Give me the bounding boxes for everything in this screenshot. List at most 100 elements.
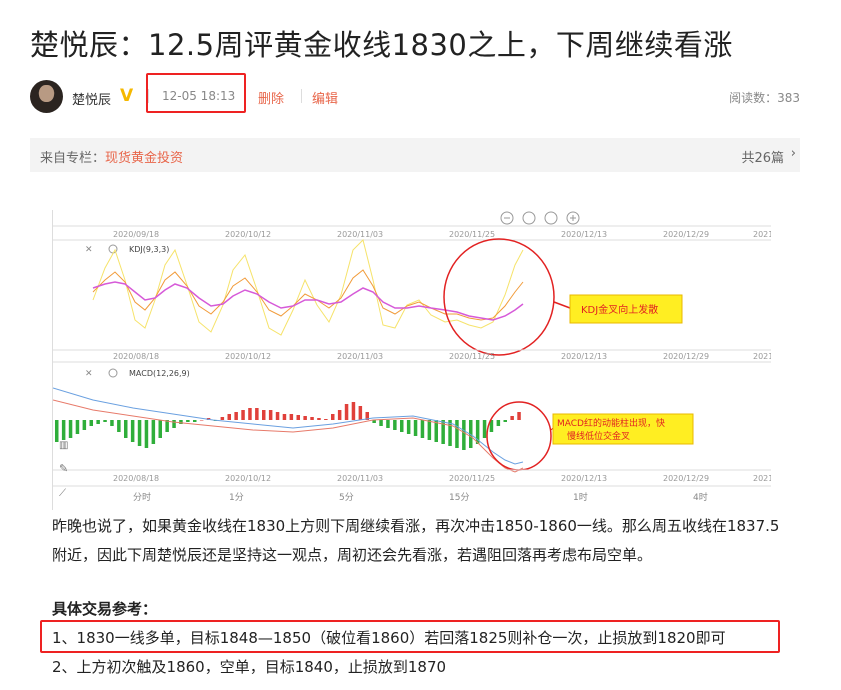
macd-bar	[68, 420, 73, 438]
macd-bar	[351, 402, 356, 420]
timeframe-tab[interactable]: 15分	[449, 492, 469, 503]
macd-bar	[344, 404, 349, 420]
macd-bar	[234, 412, 238, 420]
date-tick-label: 2021/	[753, 352, 771, 361]
macd-bar	[455, 420, 459, 448]
avatar[interactable]	[30, 80, 63, 113]
macd-bar	[172, 420, 176, 428]
chart-zoom-controls	[500, 211, 580, 225]
chart-image: 2020/09/18 2020/10/12 2020/11/03 2020/11/25…	[52, 210, 771, 510]
macd-bar	[151, 420, 156, 444]
macd-bar	[289, 414, 294, 420]
date-tick-label: 2020/10/12	[225, 474, 271, 483]
date-tick-label: 2020/12/13	[561, 230, 607, 239]
chevron-right-icon[interactable]: ›	[791, 146, 796, 161]
date-tick-label: 2020/12/29	[663, 474, 709, 483]
macd-bar	[386, 420, 390, 428]
date-tick-label: 2021/	[753, 230, 771, 239]
column-link[interactable]: 现货黄金投资	[105, 151, 183, 166]
date-tick-label: 2020/12/29	[663, 352, 709, 361]
delete-link[interactable]: 删除	[258, 88, 284, 107]
kdj-highlight-circle	[443, 238, 555, 356]
macd-bar	[193, 420, 197, 422]
settings-icon[interactable]	[108, 368, 118, 378]
macd-bar	[75, 420, 80, 434]
strategy-highlight-box	[40, 620, 780, 653]
date-tick-label: 2020/11/03	[337, 474, 383, 483]
author-name[interactable]: 楚悦辰	[72, 89, 111, 108]
macd-bar	[103, 420, 107, 422]
timeframe-tab[interactable]: 4时	[693, 491, 708, 503]
macd-bar	[317, 418, 321, 420]
macd-bar	[282, 414, 287, 420]
macd-bar	[358, 406, 363, 420]
macd-bar	[255, 408, 259, 420]
macd-bar	[510, 416, 514, 420]
macd-bar	[331, 414, 335, 420]
macd-bar	[89, 420, 93, 426]
close-icon[interactable]: ✕	[85, 245, 93, 255]
article-paragraph: 昨晚也说了，如果黄金收线在1830上方则下周继续看涨，再次冲击1850-1860…	[52, 517, 780, 564]
date-tick-label: 2020/11/03	[337, 352, 383, 361]
macd-bar	[275, 412, 280, 420]
date-tick-label: 2020/12/13	[561, 352, 607, 361]
date-tick-label: 2020/11/25	[449, 230, 495, 239]
macd-annotation-line1: MACD红的动能柱出现，快	[557, 417, 665, 429]
timeframe-tab[interactable]: 分时	[133, 491, 151, 503]
read-count-label: 阅读数：	[729, 91, 778, 105]
column-prefix: 来自专栏：	[40, 151, 106, 166]
macd-bar	[517, 412, 521, 420]
macd-bar	[496, 420, 501, 426]
article-title: 楚悦辰：12.5周评黄金收线1830之上，下周继续看涨	[30, 28, 733, 62]
macd-bar	[186, 420, 190, 422]
line-tool-icon[interactable]: ⟋	[59, 488, 66, 499]
macd-bar	[420, 420, 425, 438]
pencil-tool-icon[interactable]: ✎	[59, 462, 68, 475]
macd-bar	[337, 410, 342, 420]
macd-bar	[61, 420, 66, 440]
macd-bar	[296, 415, 300, 420]
verified-badge-icon: V	[120, 86, 134, 106]
macd-bar	[55, 420, 59, 442]
macd-dea-line	[53, 399, 524, 473]
date-tick-label: 2020/10/12	[225, 352, 271, 361]
timeframe-tabs[interactable]: 分时 1分 5分 15分 1时 4时	[133, 491, 708, 503]
macd-bar	[137, 420, 142, 446]
mid-date-axis: 2020/08/18 2020/10/12 2020/11/03 2020/11/25…	[113, 352, 771, 361]
macd-bar	[462, 420, 466, 450]
date-tick-label: 2020/08/18	[113, 474, 159, 483]
macd-bar	[303, 416, 307, 420]
kdj-panel: ✕ KDJ(9,3,3) KDJ金叉向上发散	[85, 238, 683, 356]
volume-tool-icon[interactable]: ▥	[59, 440, 68, 451]
chart-svg: 2020/09/18 2020/10/12 2020/11/03 2020/11/25…	[53, 211, 771, 503]
macd-bar	[96, 420, 100, 424]
timeframe-tab[interactable]: 5分	[339, 492, 354, 503]
macd-bar	[324, 419, 328, 420]
column-source: 来自专栏：现货黄金投资	[40, 147, 183, 166]
macd-bar	[413, 420, 418, 436]
column-bar[interactable]: 来自专栏：现货黄金投资 共26篇 ›	[30, 138, 800, 172]
macd-bar	[82, 420, 87, 430]
close-icon[interactable]: ✕	[85, 369, 93, 379]
macd-bar	[406, 420, 411, 434]
rewind-icon[interactable]	[522, 211, 536, 225]
top-date-axis: 2020/09/18 2020/10/12 2020/11/03 2020/11/25…	[113, 230, 771, 239]
time-highlight-box	[146, 73, 246, 113]
date-tick-label: 2020/12/29	[663, 230, 709, 239]
timeframe-tab[interactable]: 1分	[229, 492, 244, 503]
strategy-item-2: 2、上方初次触及1860，空单，目标1840，止损放到1870	[52, 658, 447, 676]
macd-bar	[379, 420, 383, 426]
timeframe-tab[interactable]: 1时	[573, 491, 588, 503]
kdj-annotation-text: KDJ金叉向上发散	[581, 303, 658, 316]
forward-icon[interactable]	[544, 211, 558, 225]
column-article-count[interactable]: 共26篇	[741, 147, 784, 166]
macd-bar	[158, 420, 162, 438]
date-tick-label: 2020/11/03	[337, 230, 383, 239]
divider	[301, 89, 302, 103]
macd-bar	[144, 420, 149, 448]
edit-link[interactable]: 编辑	[312, 88, 338, 107]
date-tick-label: 2021/	[753, 474, 771, 483]
macd-bar	[400, 420, 404, 432]
macd-bar	[110, 420, 114, 426]
kdj-j-line	[92, 239, 524, 336]
